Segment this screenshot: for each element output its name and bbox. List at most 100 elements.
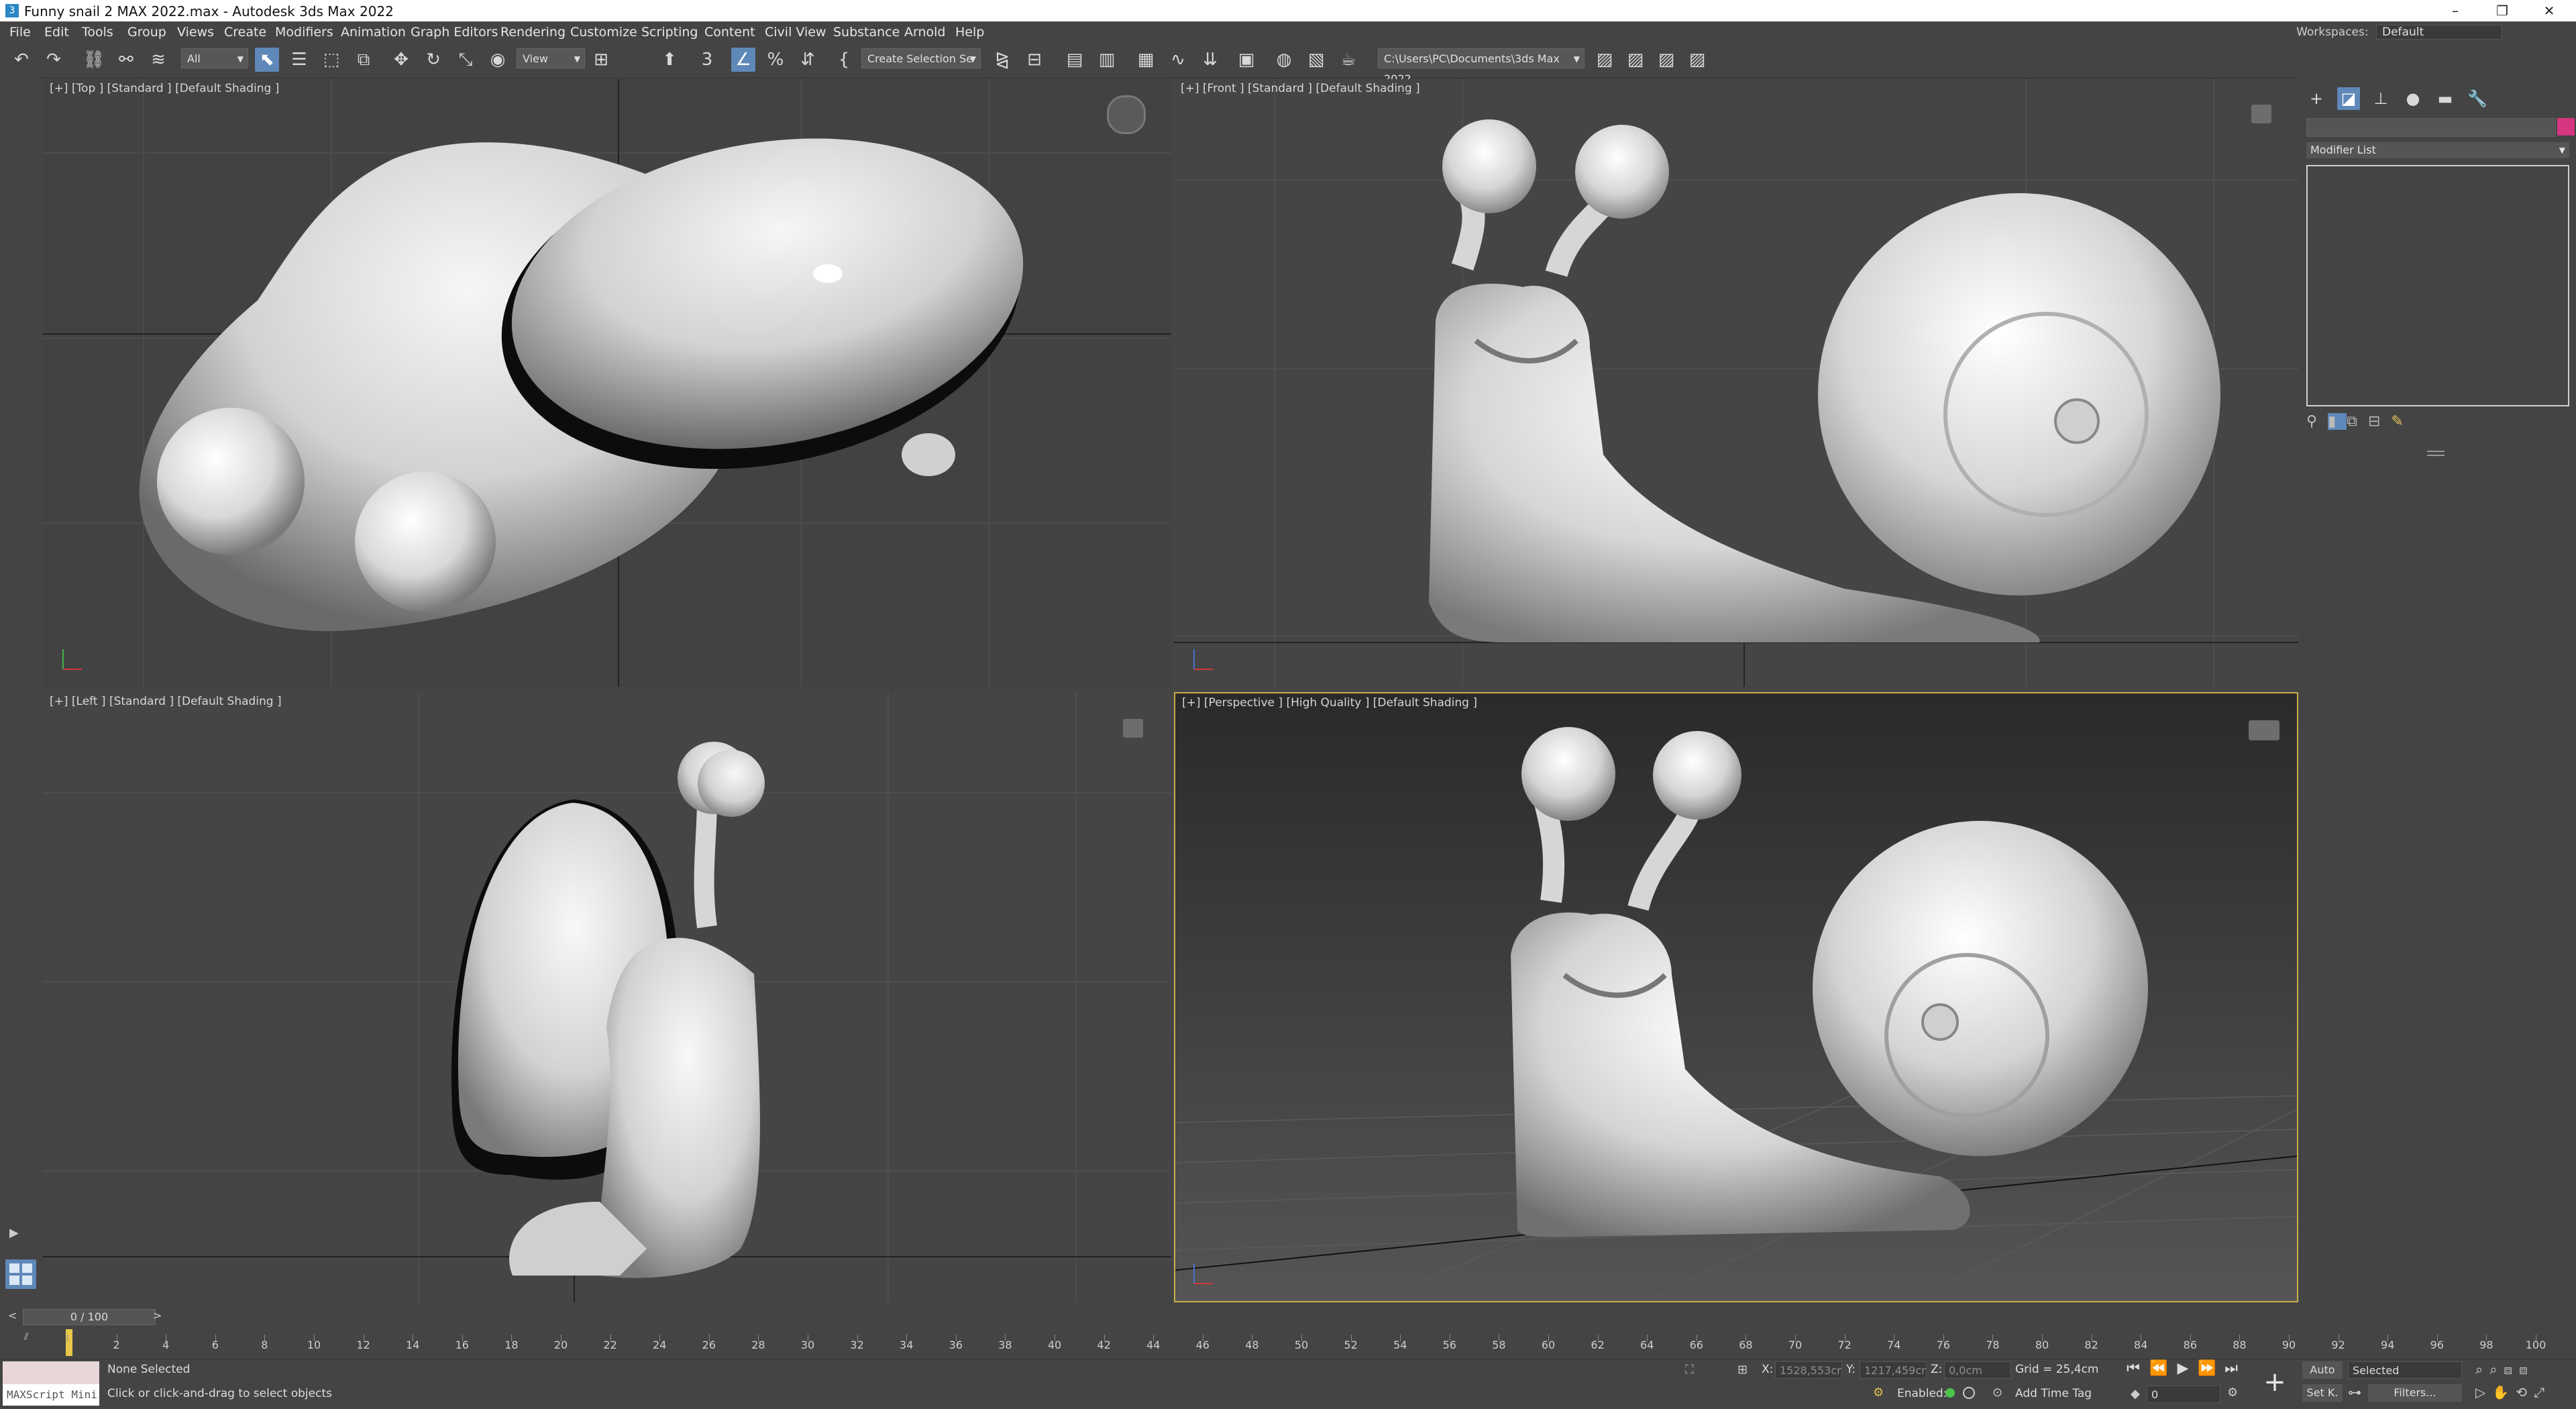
modify-tab-icon[interactable]: ◪ xyxy=(2337,87,2360,110)
make-unique-icon[interactable]: ⧉ xyxy=(2347,413,2368,430)
adaptive-degradation-icon[interactable]: ⚙ xyxy=(1873,1386,1884,1400)
time-slider-next[interactable]: > xyxy=(153,1309,162,1322)
create-tab-icon[interactable]: + xyxy=(2305,87,2328,110)
maxscript-mini-listener[interactable]: MAXScript Mini xyxy=(3,1384,99,1406)
hierarchy-tab-icon[interactable]: ⊥ xyxy=(2369,87,2392,110)
angle-snap-icon[interactable]: ∠ xyxy=(731,48,755,72)
edit-named-selection-icon[interactable]: { xyxy=(832,48,856,72)
minimize-button[interactable]: – xyxy=(2435,0,2475,21)
project-icon-4[interactable]: ▨ xyxy=(1685,48,1709,72)
restore-button[interactable]: ❐ xyxy=(2482,0,2522,21)
menu-animation[interactable]: Animation xyxy=(341,25,406,40)
time-slider[interactable]: 0 / 100 xyxy=(23,1309,156,1325)
configure-sets-icon[interactable]: ✎ xyxy=(2391,413,2414,430)
go-to-start-icon[interactable]: ⏮ xyxy=(2124,1360,2143,1377)
viewport-perspective[interactable]: [+] [Perspective ] [High Quality ] [Defa… xyxy=(1174,692,2298,1302)
previous-frame-icon[interactable]: ⏪ xyxy=(2149,1360,2168,1377)
viewport-left-label[interactable]: [+] [Left ] [Standard ] [Default Shading… xyxy=(50,695,282,708)
select-manipulate-icon[interactable]: ⬆ xyxy=(657,48,682,72)
z-coordinate-field[interactable]: 0,0cm xyxy=(1944,1361,2011,1379)
pin-stack-icon[interactable]: ⚲ xyxy=(2306,413,2328,430)
motion-tab-icon[interactable]: ● xyxy=(2402,87,2424,110)
menu-modifiers[interactable]: Modifiers xyxy=(275,25,333,40)
tag-icon[interactable]: ⊙ xyxy=(1992,1386,2002,1400)
window-crossing-icon[interactable]: ⧉ xyxy=(352,48,376,72)
dope-sheet-icon[interactable]: ⇊ xyxy=(1198,48,1222,72)
go-to-end-icon[interactable]: ⏭ xyxy=(2222,1360,2241,1377)
add-key-icon[interactable]: + xyxy=(2257,1363,2293,1402)
maxscript-listener-pink[interactable] xyxy=(3,1361,99,1384)
track-bar-icon[interactable]: ⫽ xyxy=(24,1332,39,1347)
object-name-field[interactable] xyxy=(2306,118,2556,137)
viewcube-icon[interactable] xyxy=(2249,720,2279,740)
timeline-ruler[interactable]: 2 4 6 8 10 12 14 16 18 20 22 24 26 28 30 32 34 36 38 40 42 44… xyxy=(67,1335,2546,1355)
bind-spacewarp-icon[interactable]: ≋ xyxy=(146,48,170,72)
time-tag-icon[interactable] xyxy=(1963,1387,1975,1399)
viewport-layout-icon[interactable] xyxy=(5,1259,36,1289)
schematic-view-icon[interactable]: ▣ xyxy=(1234,48,1258,72)
viewcube-icon[interactable] xyxy=(2251,105,2271,123)
menu-civil-view[interactable]: Civil View xyxy=(765,25,826,40)
rectangular-selection-icon[interactable]: ⬚ xyxy=(319,48,343,72)
viewport-front[interactable]: [+] [Front ] [Standard ] [Default Shadin… xyxy=(1174,79,2298,687)
stack-controls[interactable]: ⚲▮⧉⊟✎ xyxy=(2306,413,2508,436)
menu-scripting[interactable]: Scripting xyxy=(641,25,698,40)
y-coordinate-field[interactable]: 1217,459cm xyxy=(1860,1361,1927,1379)
show-end-result-icon[interactable]: ▮ xyxy=(2328,413,2347,430)
key-filter-icon[interactable]: ⊶ xyxy=(2348,1384,2361,1400)
menu-file[interactable]: File xyxy=(9,25,31,40)
close-button[interactable]: ✕ xyxy=(2529,0,2569,21)
maximize-viewport-icon[interactable]: ⤢ xyxy=(2534,1384,2551,1400)
move-icon[interactable]: ✥ xyxy=(389,48,413,72)
add-time-tag[interactable]: Add Time Tag xyxy=(2015,1387,2092,1400)
named-selection-set-dropdown[interactable]: Create Selection Se ▼ xyxy=(861,48,981,68)
x-coordinate-field[interactable]: 1528,553cm xyxy=(1775,1361,1842,1379)
orbit-icon[interactable]: ⟲ xyxy=(2516,1384,2534,1400)
workspace-selector[interactable]: Workspaces: Default xyxy=(2296,25,2502,40)
unlink-icon[interactable]: ⚯ xyxy=(114,48,138,72)
object-color-swatch[interactable] xyxy=(2557,118,2575,135)
navigation-controls[interactable]: ⌕⌕⧈⧈ xyxy=(2475,1361,2534,1377)
reference-coordinate-dropdown[interactable]: View ▼ xyxy=(517,48,585,68)
zoom-all-icon[interactable]: ⌕ xyxy=(2489,1361,2504,1377)
panel-divider[interactable] xyxy=(2427,451,2445,456)
viewport-top[interactable]: [+] [Top ] [Standard ] [Default Shading … xyxy=(43,79,1171,687)
viewport-perspective-label[interactable]: [+] [Perspective ] [High Quality ] [Defa… xyxy=(1182,696,1477,710)
project-icon-3[interactable]: ▨ xyxy=(1654,48,1678,72)
key-filter-dropdown[interactable]: Selected xyxy=(2348,1361,2462,1379)
menu-customize[interactable]: Customize xyxy=(570,25,637,40)
modifier-stack[interactable] xyxy=(2306,165,2569,406)
layer-explorer-icon[interactable]: ▥ xyxy=(1095,48,1119,72)
navigation-controls-2[interactable]: ▷✋⟲⤢ xyxy=(2475,1384,2551,1400)
mirror-icon[interactable]: ⧎ xyxy=(990,48,1014,72)
project-folder-dropdown[interactable]: C:\Users\PC\Documents\3ds Max 2022▼ xyxy=(1378,48,1585,85)
display-tab-icon[interactable]: ▬ xyxy=(2434,87,2457,110)
steering-wheel-icon[interactable] xyxy=(1107,95,1146,134)
menu-views[interactable]: Views xyxy=(177,25,214,40)
scene-explorer-icon[interactable]: ▤ xyxy=(1063,48,1087,72)
menu-rendering[interactable]: Rendering xyxy=(500,25,566,40)
placement-icon[interactable]: ◉ xyxy=(486,48,510,72)
project-icon-1[interactable]: ▨ xyxy=(1593,48,1617,72)
selection-filter-dropdown[interactable]: All ▼ xyxy=(181,48,248,68)
expand-arrow-icon[interactable]: ▶ xyxy=(9,1226,19,1240)
current-frame-field[interactable]: 0 xyxy=(2147,1386,2220,1403)
viewport-top-label[interactable]: [+] [Top ] [Standard ] [Default Shading … xyxy=(50,82,279,95)
field-of-view-icon[interactable]: ▷ xyxy=(2475,1384,2492,1400)
toggle-ribbon-icon[interactable]: ▦ xyxy=(1134,48,1158,72)
time-configuration-icon[interactable]: ⚙ xyxy=(2227,1386,2238,1400)
set-key-button[interactable]: Set K. xyxy=(2302,1384,2343,1402)
play-icon[interactable]: ▶ xyxy=(2174,1360,2192,1377)
zoom-extents-icon[interactable]: ⧈ xyxy=(2504,1361,2519,1377)
workspace-dropdown[interactable]: Default xyxy=(2376,25,2502,40)
scale-icon[interactable]: ⤡ xyxy=(453,48,478,72)
menu-edit[interactable]: Edit xyxy=(44,25,69,40)
render-setup-icon[interactable]: ▧ xyxy=(1304,48,1328,72)
menu-graph-editors[interactable]: Graph Editors xyxy=(411,25,498,40)
pivot-icon[interactable]: ⊞ xyxy=(589,48,613,72)
enabled-indicator[interactable] xyxy=(1945,1388,1955,1398)
next-frame-icon[interactable]: ⏩ xyxy=(2198,1360,2216,1377)
spinner-snap-icon[interactable]: ⇵ xyxy=(796,48,820,72)
curve-editor-icon[interactable]: ∿ xyxy=(1166,48,1190,72)
menu-substance[interactable]: Substance xyxy=(833,25,900,40)
